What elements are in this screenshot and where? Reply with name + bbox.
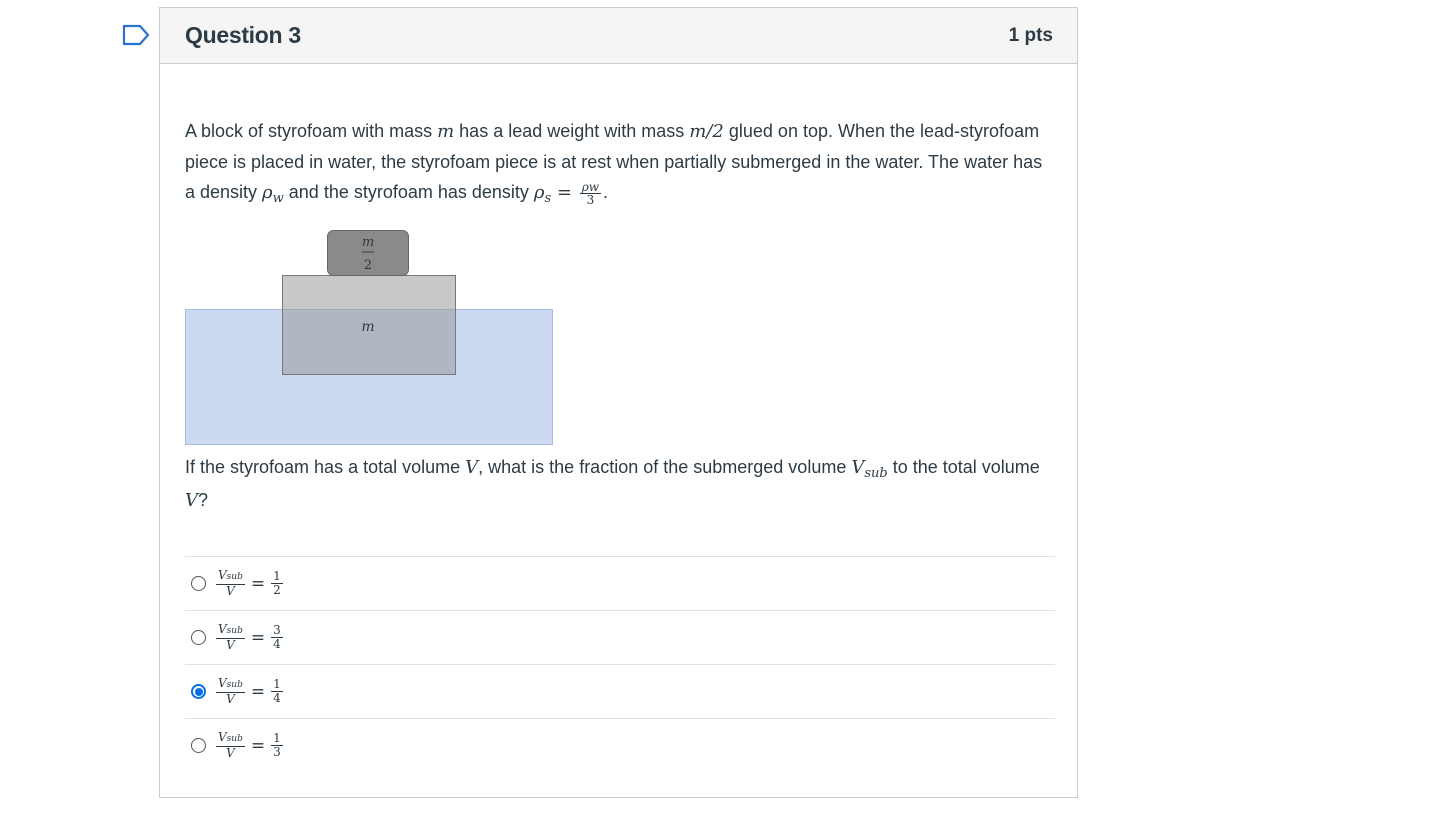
question-text-segment: and the styrofoam has density [283, 182, 534, 202]
prompt-question-mark: ? [198, 490, 209, 510]
answer-option-3[interactable]: Vsub V = 14 [185, 664, 1055, 718]
math-V-sub: Vsub [851, 457, 888, 481]
buoyancy-diagram: m 2 m [185, 230, 553, 445]
styrofoam-block-label: m [361, 319, 374, 335]
answer-equation: Vsub V = 14 [216, 676, 283, 706]
radio-button[interactable] [191, 576, 206, 591]
answer-equation: Vsub V = 12 [216, 568, 283, 598]
answer-equation: Vsub V = 34 [216, 622, 283, 652]
prompt-text-segment: If the styrofoam has a total volume [185, 457, 466, 477]
radio-button-selected[interactable] [191, 684, 206, 699]
math-m-half: m/2 [689, 121, 724, 142]
answer-option-2[interactable]: Vsub V = 34 [185, 610, 1055, 664]
radio-button[interactable] [191, 738, 206, 753]
lead-weight-label-den: 2 [364, 258, 372, 273]
question-text-period: . [603, 182, 609, 202]
math-rho-w: ρw [262, 182, 284, 206]
prompt-text-segment: , what is the fraction of the submerged … [478, 457, 852, 477]
flag-question-icon[interactable] [122, 24, 150, 46]
answer-option-4[interactable]: Vsub V = 13 [185, 718, 1055, 772]
question-title: Question 3 [185, 22, 301, 48]
answer-list: Vsub V = 12 Vsub V = 34 Vsub V = 14 Vsub… [185, 556, 1055, 772]
question-text-segment: has a lead weight with mass [454, 121, 690, 141]
question-header: Question 3 1 pts [160, 8, 1077, 64]
math-V: V [185, 490, 198, 511]
math-m: m [437, 121, 455, 142]
answer-equation: Vsub V = 13 [216, 730, 283, 760]
math-equals: = [551, 182, 578, 203]
math-fraction-rho-w-over-3: ρw 3 [579, 179, 602, 207]
math-rho-s: ρs [533, 182, 552, 206]
radio-button[interactable] [191, 630, 206, 645]
question-prompt: If the styrofoam has a total volume V, w… [185, 452, 1045, 516]
lead-weight-label-num: m [362, 235, 374, 250]
question-text: A block of styrofoam with mass m has a l… [185, 116, 1045, 210]
question-card: Question 3 1 pts A block of styrofoam wi… [159, 7, 1078, 798]
question-text-segment: A block of styrofoam with mass [185, 121, 438, 141]
answer-option-1[interactable]: Vsub V = 12 [185, 556, 1055, 610]
question-points: 1 pts [1008, 24, 1053, 46]
math-V: V [465, 457, 479, 478]
prompt-text-segment: to the total volume [887, 457, 1040, 477]
